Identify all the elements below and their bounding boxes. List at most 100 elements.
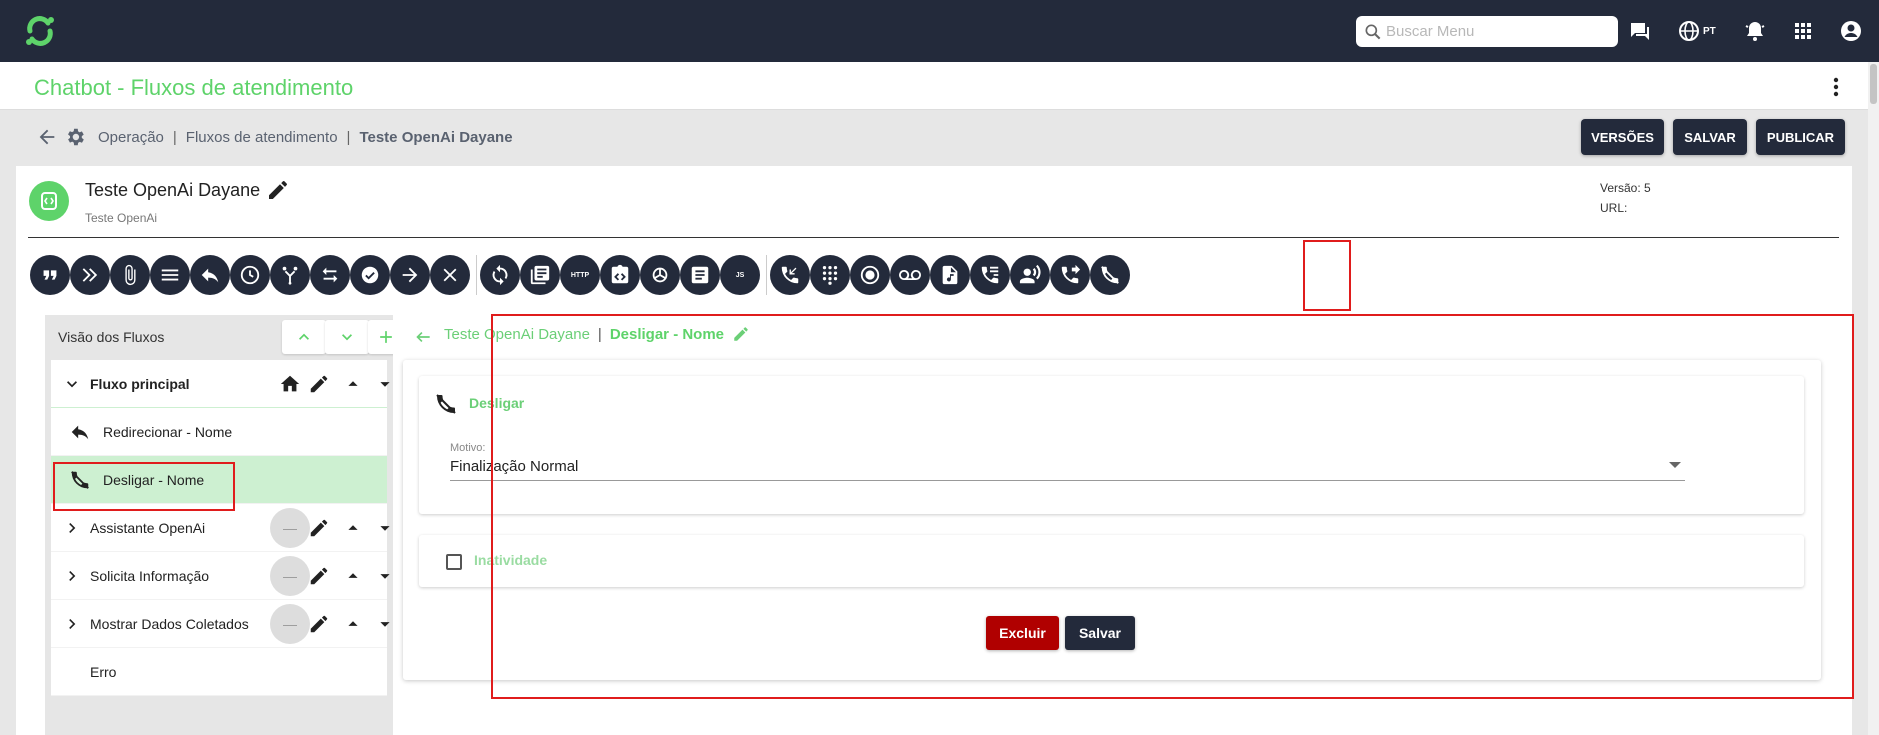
- quote-icon[interactable]: [30, 255, 70, 295]
- back-arrow-icon[interactable]: [36, 126, 58, 148]
- divider: [28, 237, 1839, 238]
- caret-up-icon[interactable]: [342, 613, 364, 635]
- move-up-button[interactable]: [282, 320, 326, 354]
- chat-icon[interactable]: [1628, 19, 1652, 43]
- breadcrumb-separator: |: [346, 128, 351, 146]
- chevron-right-icon[interactable]: [62, 518, 82, 538]
- openai-icon[interactable]: [640, 255, 680, 295]
- dialpad-icon[interactable]: [810, 255, 850, 295]
- tree-row-label: Assistante OpenAi: [90, 519, 206, 536]
- edit-icon[interactable]: [308, 373, 330, 395]
- reply-icon: [71, 425, 89, 439]
- url-label: URL:: [1600, 201, 1628, 215]
- branch-icon[interactable]: [270, 255, 310, 295]
- voice-icon[interactable]: [1010, 255, 1050, 295]
- chevron-down-icon: [342, 334, 352, 341]
- sync-icon[interactable]: [480, 255, 520, 295]
- hangup-icon: [436, 394, 456, 414]
- top-navbar: Buscar Menu PT: [0, 0, 1879, 62]
- flow-name: Teste OpenAi Dayane: [85, 180, 261, 200]
- home-icon[interactable]: [279, 373, 301, 395]
- js-icon[interactable]: JS: [720, 255, 760, 295]
- phone-list-icon[interactable]: [970, 255, 1010, 295]
- tree-row-erro[interactable]: Erro: [51, 648, 387, 696]
- reply-icon[interactable]: [190, 255, 230, 295]
- flows-panel-title: Visão dos Fluxos: [58, 329, 165, 345]
- search-input[interactable]: Buscar Menu: [1356, 16, 1618, 47]
- arrow-right-icon[interactable]: [390, 255, 430, 295]
- audio-file-icon[interactable]: [930, 255, 970, 295]
- clock-icon[interactable]: [230, 255, 270, 295]
- js-label: JS: [735, 271, 745, 279]
- caret-up-icon[interactable]: [342, 565, 364, 587]
- breadcrumb-item-operacao[interactable]: Operação: [98, 129, 164, 146]
- tree-row-solicita[interactable]: Solicita Informação —: [51, 552, 390, 600]
- voicemail-icon[interactable]: [890, 255, 930, 295]
- menu-icon[interactable]: [150, 255, 190, 295]
- library-icon[interactable]: [520, 255, 560, 295]
- notification-icon[interactable]: [1743, 19, 1767, 43]
- flow-status-indicator[interactable]: —: [270, 507, 310, 548]
- phone-forward-icon[interactable]: [1050, 255, 1090, 295]
- attachment-icon[interactable]: [110, 255, 150, 295]
- page-header: Chatbot - Fluxos de atendimento: [0, 62, 1868, 110]
- language-icon[interactable]: [1677, 19, 1701, 43]
- caret-up-icon[interactable]: [342, 373, 364, 395]
- breadcrumb-separator: |: [172, 128, 177, 146]
- flow-avatar: [29, 181, 69, 221]
- move-down-button[interactable]: [325, 320, 369, 354]
- tree-row-mostrar[interactable]: Mostrar Dados Coletados —: [51, 600, 390, 648]
- version-label: Versão: 5: [1600, 181, 1651, 195]
- flow-version-info: Versão: 5 URL:: [1600, 178, 1651, 218]
- language-label[interactable]: PT: [1703, 26, 1716, 37]
- motivo-label: Motivo:: [450, 442, 486, 454]
- edit-icon[interactable]: [308, 565, 330, 587]
- versions-button[interactable]: VERSÕES: [1581, 119, 1664, 155]
- tree-row-redirecionar[interactable]: Redirecionar - Nome: [51, 408, 387, 456]
- document-icon[interactable]: [680, 255, 720, 295]
- apps-grid-icon[interactable]: [1791, 19, 1815, 43]
- scrollbar[interactable]: [1868, 62, 1879, 735]
- flow-description: Teste OpenAi: [85, 211, 158, 225]
- breadcrumb-item-fluxos[interactable]: Fluxos de atendimento: [186, 129, 338, 146]
- highlight-editor-panel: [491, 314, 1854, 699]
- edit-icon[interactable]: [308, 517, 330, 539]
- flow-status-indicator[interactable]: —: [270, 555, 310, 596]
- hangup-icon[interactable]: [1090, 255, 1130, 295]
- http-label: HTTP: [570, 271, 590, 279]
- forward-icon[interactable]: [70, 255, 110, 295]
- gear-icon[interactable]: [64, 126, 86, 148]
- tree-row-fluxo-principal[interactable]: Fluxo principal: [51, 360, 390, 408]
- caret-up-icon[interactable]: [342, 517, 364, 539]
- chevron-up-icon: [299, 333, 309, 340]
- more-vert-icon[interactable]: [1826, 76, 1846, 98]
- inatividade-checkbox[interactable]: [446, 554, 462, 570]
- logo-icon[interactable]: [22, 13, 58, 49]
- save-flow-button[interactable]: SALVAR: [1673, 119, 1747, 155]
- transfer-icon[interactable]: [310, 255, 350, 295]
- tree-row-label: Fluxo principal: [90, 375, 190, 392]
- back-icon[interactable]: [413, 327, 433, 347]
- account-icon[interactable]: [1839, 19, 1863, 43]
- edit-icon[interactable]: [308, 613, 330, 635]
- tree-row-label: Redirecionar - Nome: [103, 423, 233, 440]
- publish-button[interactable]: PUBLICAR: [1756, 119, 1845, 155]
- http-icon[interactable]: HTTP: [560, 255, 600, 295]
- code-icon[interactable]: [600, 255, 640, 295]
- tree-row-assistante[interactable]: Assistante OpenAi —: [51, 504, 390, 552]
- tree-row-label: Erro: [90, 663, 117, 680]
- check-icon[interactable]: [350, 255, 390, 295]
- call-received-icon[interactable]: [770, 255, 810, 295]
- close-icon[interactable]: [430, 255, 470, 295]
- breadcrumb-current: Teste OpenAi Dayane: [359, 128, 513, 146]
- chevron-right-icon[interactable]: [62, 566, 82, 586]
- toolbar-divider: [476, 255, 477, 295]
- record-icon[interactable]: [850, 255, 890, 295]
- chevron-down-icon[interactable]: [62, 374, 82, 394]
- flow-status-indicator[interactable]: —: [270, 603, 310, 644]
- edit-flow-icon[interactable]: [266, 178, 290, 202]
- chevron-right-icon[interactable]: [62, 614, 82, 634]
- flow-tree: Fluxo principal Redirecionar - Nome Desl…: [51, 360, 390, 696]
- scrollbar-thumb[interactable]: [1870, 64, 1877, 104]
- toolbar-divider: [766, 255, 767, 295]
